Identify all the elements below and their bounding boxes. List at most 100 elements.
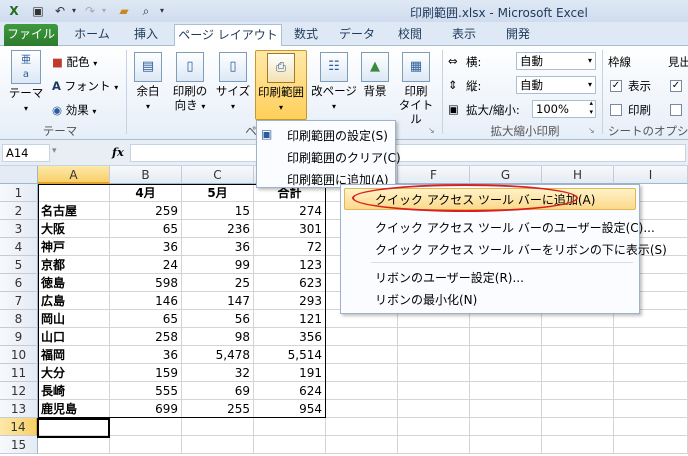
- cell-g11[interactable]: [470, 364, 542, 382]
- cell-g13[interactable]: [470, 400, 542, 418]
- cell-a7[interactable]: 広島: [38, 292, 110, 310]
- cell-h9[interactable]: [542, 328, 614, 346]
- cell-b4[interactable]: 36: [110, 238, 182, 256]
- menu-item-clear-print-area[interactable]: 印刷範囲のクリア(C): [287, 149, 401, 166]
- cell-d7[interactable]: 293: [254, 292, 326, 310]
- cell-h11[interactable]: [542, 364, 614, 382]
- cell-b8[interactable]: 65: [110, 310, 182, 328]
- menu-item-minimize-ribbon[interactable]: リボンの最小化(N): [375, 291, 477, 308]
- cell-d12[interactable]: 624: [254, 382, 326, 400]
- cell-i11[interactable]: [614, 364, 688, 382]
- cell-a8[interactable]: 岡山: [38, 310, 110, 328]
- row-header[interactable]: 15: [0, 436, 38, 454]
- cell-e11[interactable]: [326, 364, 398, 382]
- menu-item-set-print-area[interactable]: 印刷範囲の設定(S): [287, 127, 388, 144]
- size-button[interactable]: ▯ サイズ ▾: [214, 52, 252, 114]
- cell-b11[interactable]: 159: [110, 364, 182, 382]
- cell-d5[interactable]: 123: [254, 256, 326, 274]
- cell-a14[interactable]: [38, 418, 110, 436]
- cell-e10[interactable]: [326, 346, 398, 364]
- open-folder-icon[interactable]: ▰: [116, 3, 132, 19]
- cell-e12[interactable]: [326, 382, 398, 400]
- cell-d15[interactable]: [254, 436, 326, 454]
- tab-home[interactable]: ホーム: [66, 24, 118, 46]
- cell-a3[interactable]: 大阪: [38, 220, 110, 238]
- row-header[interactable]: 2: [0, 202, 38, 220]
- column-header-c[interactable]: C: [182, 166, 254, 184]
- cell-d10[interactable]: 5,514: [254, 346, 326, 364]
- cell-i9[interactable]: [614, 328, 688, 346]
- cell-c8[interactable]: 56: [182, 310, 254, 328]
- cell-g15[interactable]: [470, 436, 542, 454]
- cell-b5[interactable]: 24: [110, 256, 182, 274]
- cell-i10[interactable]: [614, 346, 688, 364]
- row-header[interactable]: 4: [0, 238, 38, 256]
- cell-e9[interactable]: [326, 328, 398, 346]
- cell-c1[interactable]: 5月: [182, 184, 254, 202]
- cell-a13[interactable]: 鹿児島: [38, 400, 110, 418]
- excel-app-icon[interactable]: X: [6, 3, 22, 19]
- page-setup-launcher-icon[interactable]: ↘: [428, 126, 435, 135]
- cell-b2[interactable]: 259: [110, 202, 182, 220]
- print-preview-icon[interactable]: ⌕: [138, 3, 154, 19]
- column-header-a[interactable]: A: [38, 166, 110, 184]
- name-box[interactable]: A14: [2, 144, 50, 162]
- column-header-g[interactable]: G: [470, 166, 542, 184]
- tab-developer[interactable]: 開発: [496, 24, 540, 46]
- qat-customize-icon[interactable]: ▾: [154, 3, 170, 19]
- cell-f15[interactable]: [398, 436, 470, 454]
- scale-stepper[interactable]: 100% ▴ ▾: [532, 99, 596, 118]
- row-header[interactable]: 3: [0, 220, 38, 238]
- cell-g14[interactable]: [470, 418, 542, 436]
- cell-h10[interactable]: [542, 346, 614, 364]
- print-titles-button[interactable]: ▦ 印刷 タイトル: [394, 52, 438, 126]
- cell-d6[interactable]: 623: [254, 274, 326, 292]
- tab-review[interactable]: 校閲: [388, 24, 432, 46]
- insert-function-icon[interactable]: fx: [112, 145, 124, 159]
- formula-input[interactable]: [130, 144, 686, 162]
- cell-c10[interactable]: 5,478: [182, 346, 254, 364]
- tab-view[interactable]: 表示: [442, 24, 486, 46]
- cell-c11[interactable]: 32: [182, 364, 254, 382]
- cell-b3[interactable]: 65: [110, 220, 182, 238]
- cell-d4[interactable]: 72: [254, 238, 326, 256]
- cell-d9[interactable]: 356: [254, 328, 326, 346]
- cell-c14[interactable]: [182, 418, 254, 436]
- margins-button[interactable]: ▤ 余白 ▾: [132, 52, 164, 114]
- height-select[interactable]: 自動 ▾: [516, 76, 596, 94]
- cell-d3[interactable]: 301: [254, 220, 326, 238]
- cell-a9[interactable]: 山口: [38, 328, 110, 346]
- scale-launcher-icon[interactable]: ↘: [588, 126, 595, 135]
- orientation-button[interactable]: ▯ 印刷の 向き ▾: [168, 52, 212, 114]
- headings-view-checkbox[interactable]: ✓: [670, 80, 682, 92]
- save-icon[interactable]: ▣: [30, 3, 46, 19]
- row-header[interactable]: 9: [0, 328, 38, 346]
- themes-button[interactable]: 亜a テーマ ▾: [6, 50, 46, 116]
- cell-c5[interactable]: 99: [182, 256, 254, 274]
- cell-h13[interactable]: [542, 400, 614, 418]
- row-header[interactable]: 1: [0, 184, 38, 202]
- cell-d14[interactable]: [254, 418, 326, 436]
- theme-fonts-button[interactable]: A フォント ▾: [52, 78, 118, 94]
- gridlines-view-checkbox[interactable]: ✓: [610, 80, 622, 92]
- cell-b7[interactable]: 146: [110, 292, 182, 310]
- cell-d8[interactable]: 121: [254, 310, 326, 328]
- cell-f13[interactable]: [398, 400, 470, 418]
- cell-c12[interactable]: 69: [182, 382, 254, 400]
- headings-print-checkbox[interactable]: [670, 104, 682, 116]
- tab-data[interactable]: データ: [332, 24, 382, 46]
- cell-b9[interactable]: 258: [110, 328, 182, 346]
- tab-insert[interactable]: 挿入: [124, 24, 168, 46]
- row-header[interactable]: 11: [0, 364, 38, 382]
- cell-a12[interactable]: 長崎: [38, 382, 110, 400]
- cell-h12[interactable]: [542, 382, 614, 400]
- cell-i12[interactable]: [614, 382, 688, 400]
- redo-dropdown-icon[interactable]: ▾: [96, 3, 112, 19]
- cell-e13[interactable]: [326, 400, 398, 418]
- cell-b6[interactable]: 598: [110, 274, 182, 292]
- cell-d13[interactable]: 954: [254, 400, 326, 418]
- cell-a2[interactable]: 名古屋: [38, 202, 110, 220]
- cell-f12[interactable]: [398, 382, 470, 400]
- cell-e15[interactable]: [326, 436, 398, 454]
- breaks-button[interactable]: ☷ 改ページ ▾: [310, 52, 358, 114]
